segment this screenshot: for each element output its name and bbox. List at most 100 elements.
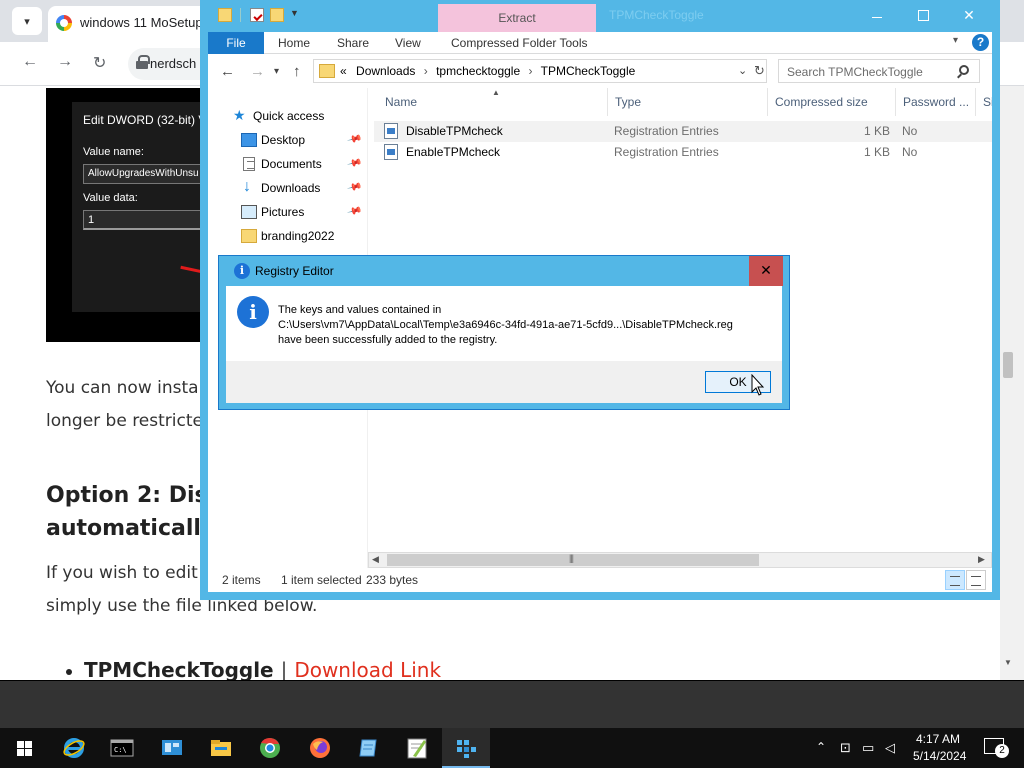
customize-qat-icon[interactable]: ▼ <box>290 8 299 18</box>
windows-logo-icon-part <box>17 749 24 756</box>
file-name: EnableTPMcheck <box>406 145 501 159</box>
address-bar[interactable]: « Downloads › tpmchecktoggle › TPMCheckT… <box>313 59 767 83</box>
nav-label: Desktop <box>261 133 306 147</box>
refresh-icon[interactable]: ↻ <box>754 63 765 79</box>
address-dropdown-icon[interactable]: ⌄ <box>738 64 747 77</box>
search-icon[interactable] <box>959 65 969 75</box>
page-scrollbar[interactable]: ▼ <box>1000 86 1024 680</box>
close-button[interactable]: ✕ <box>946 0 992 30</box>
tab-home[interactable]: Home <box>278 32 310 54</box>
forward-arrow-icon[interactable]: → <box>250 63 265 80</box>
breadcrumb-separator-icon[interactable]: › <box>424 64 428 78</box>
nav-downloads[interactable]: ↓ Downloads 📌 <box>208 177 368 201</box>
file-size: 1 KB <box>863 145 890 159</box>
expand-ribbon-icon[interactable]: ▾ <box>953 35 958 46</box>
large-icons-view-button[interactable] <box>966 570 986 590</box>
network-icon[interactable]: ▭ <box>862 740 874 756</box>
taskbar-notepad[interactable] <box>344 728 392 768</box>
back-arrow-icon[interactable]: ← <box>22 53 38 71</box>
back-arrow-icon[interactable]: ← <box>220 63 235 80</box>
column-type[interactable]: Type <box>608 88 768 116</box>
dialog-title: Registry Editor <box>255 264 334 278</box>
help-icon[interactable]: ? <box>972 34 989 51</box>
tab-view[interactable]: View <box>395 32 421 54</box>
column-compressed-size[interactable]: Compressed size <box>768 88 896 116</box>
column-name[interactable]: ▲ Name <box>378 88 608 116</box>
taskbar-server-manager[interactable] <box>148 728 196 768</box>
taskbar-registry-editor[interactable] <box>442 728 490 768</box>
nav-desktop[interactable]: Desktop 📌 <box>208 129 368 153</box>
nav-documents[interactable]: Documents 📌 <box>208 153 368 177</box>
nav-branding2022[interactable]: branding2022 <box>208 225 368 249</box>
tab-search-button[interactable]: ▾ <box>12 7 42 35</box>
maximize-button[interactable] <box>900 0 946 30</box>
nav-pictures[interactable]: Pictures 📌 <box>208 201 368 225</box>
chevron-up-icon[interactable]: ⌃ <box>816 740 826 754</box>
nav-label: Downloads <box>261 181 321 195</box>
volume-muted-icon[interactable]: ◁ <box>885 740 895 756</box>
reload-icon[interactable]: ↻ <box>93 53 106 73</box>
nav-label: Documents <box>261 157 322 171</box>
breadcrumb-tpmchecktoggle[interactable]: tpmchecktoggle <box>436 64 520 78</box>
breadcrumb-separator-icon[interactable]: › <box>528 64 532 78</box>
security-icon[interactable]: ⊡ <box>840 740 851 756</box>
nav-quick-access[interactable]: ★ Quick access <box>208 105 368 129</box>
list-item-title: TPMCheckToggle <box>84 658 274 680</box>
file-row-disabletpmcheck[interactable]: DisableTPMcheck Registration Entries 1 K… <box>374 121 992 142</box>
tab-file[interactable]: File <box>208 32 264 54</box>
breadcrumb-downloads[interactable]: Downloads <box>356 64 415 78</box>
taskbar-firefox[interactable] <box>296 728 344 768</box>
search-input[interactable]: Search TPMCheckToggle <box>778 59 980 83</box>
mouse-cursor-icon <box>751 374 765 396</box>
pin-icon[interactable]: 📌 <box>346 204 362 220</box>
taskbar-file-explorer[interactable] <box>197 728 245 768</box>
tab-share[interactable]: Share <box>337 32 369 54</box>
taskbar-chrome[interactable] <box>246 728 294 768</box>
new-folder-icon[interactable] <box>270 8 284 22</box>
dialog-content: i The keys and values contained in C:\Us… <box>226 286 782 361</box>
breadcrumb-overflow[interactable]: « <box>340 64 347 78</box>
horizontal-scrollbar-thumb[interactable]: ||| <box>387 553 759 566</box>
tab-compressed-folder-tools[interactable]: Compressed Folder Tools <box>451 32 588 54</box>
horizontal-scrollbar[interactable]: ◀ ||| ▶ <box>368 552 992 568</box>
browser-tab[interactable]: windows 11 MoSetup r <box>48 6 220 42</box>
clock-time[interactable]: 4:17 AM <box>916 732 960 746</box>
details-view-button[interactable] <box>945 570 965 590</box>
column-size[interactable]: Si <box>976 88 992 116</box>
desktop-background <box>0 680 1024 728</box>
pin-icon[interactable]: 📌 <box>346 132 362 148</box>
pin-icon[interactable]: 📌 <box>346 156 362 172</box>
pictures-icon <box>241 205 257 219</box>
windows-logo-icon <box>17 741 24 748</box>
recent-locations-icon[interactable]: ▾ <box>274 66 279 77</box>
status-selection: 1 item selected <box>281 573 362 587</box>
scroll-right-icon[interactable]: ▶ <box>978 554 985 565</box>
column-password[interactable]: Password ... <box>896 88 976 116</box>
folder-icon <box>319 64 335 78</box>
file-name: DisableTPMcheck <box>406 124 503 138</box>
lock-icon[interactable] <box>136 55 150 69</box>
minimize-button[interactable] <box>854 0 900 30</box>
up-arrow-icon[interactable]: ↑ <box>293 63 301 80</box>
scroll-left-icon[interactable]: ◀ <box>372 554 379 565</box>
page-scrollbar-thumb[interactable] <box>1003 352 1013 378</box>
pin-icon[interactable]: 📌 <box>346 180 362 196</box>
taskbar-notepad-plus-plus[interactable] <box>393 728 441 768</box>
clock-date[interactable]: 5/14/2024 <box>913 749 966 763</box>
scroll-down-arrow-icon[interactable]: ▼ <box>1004 658 1012 667</box>
cmd-icon: C:\ <box>110 739 134 757</box>
forward-arrow-icon[interactable]: → <box>57 53 73 71</box>
server-manager-icon <box>162 740 182 755</box>
screenshot-title: Edit DWORD (32-bit) V <box>83 113 206 127</box>
context-tab-extract[interactable]: Extract <box>438 4 596 32</box>
screenshot-value-name-label: Value name: <box>83 146 144 158</box>
properties-icon[interactable] <box>250 8 264 22</box>
dialog-close-button[interactable]: ✕ <box>749 256 783 286</box>
taskbar-internet-explorer[interactable] <box>50 728 98 768</box>
download-link[interactable]: Download Link <box>294 658 441 680</box>
taskbar-command-prompt[interactable]: C:\ <box>98 728 146 768</box>
start-button[interactable] <box>0 728 48 768</box>
file-explorer-icon <box>211 740 231 756</box>
file-row-enabletpmcheck[interactable]: EnableTPMcheck Registration Entries 1 KB… <box>374 142 992 163</box>
breadcrumb-tpmchecktoggle-sub[interactable]: TPMCheckToggle <box>541 64 636 78</box>
